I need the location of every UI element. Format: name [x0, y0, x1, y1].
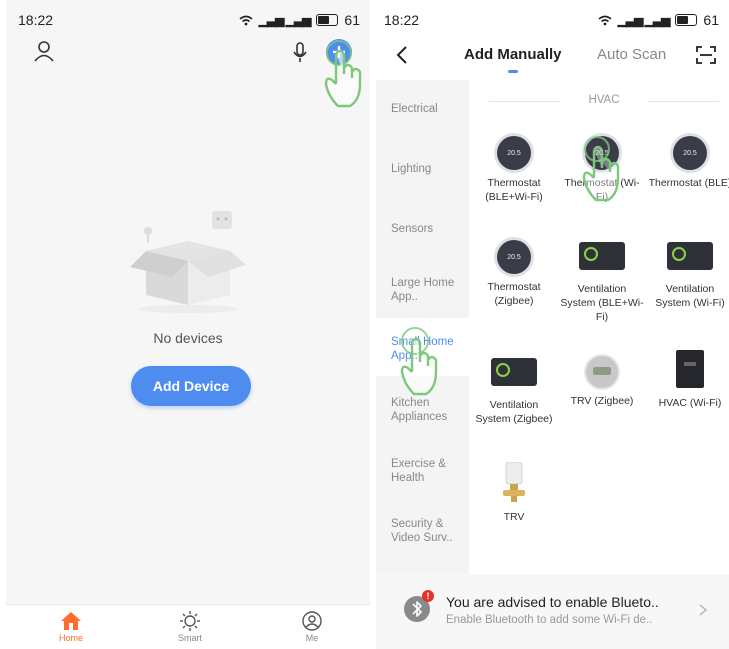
ventilation-icon: [579, 242, 625, 270]
device-trv-zigbee[interactable]: TRV (Zigbee): [560, 354, 644, 408]
empty-box-icon: [130, 211, 246, 313]
trv-icon: [584, 354, 620, 390]
sidebar-item-lighting[interactable]: Lighting: [391, 162, 467, 176]
status-bar: 18:22 ▁▃▅ ▁▃▅ 61: [18, 10, 360, 32]
device-ventilation-wifi[interactable]: Ventilation System (Wi-Fi): [648, 238, 729, 310]
device-label: HVAC (Wi-Fi): [658, 397, 722, 409]
tab-me-label: Me: [305, 633, 319, 643]
signal-icon: ▁▃▅ ▁▃▅: [617, 13, 671, 27]
tab-home-label: Home: [58, 633, 83, 643]
top-nav: Add Manually Auto Scan: [376, 34, 729, 78]
tab-me[interactable]: Me: [277, 607, 347, 643]
microphone-icon[interactable]: [292, 42, 308, 64]
device-label: Ventilation System (BLE+Wi-Fi): [560, 283, 644, 323]
device-ventilation-ble-wifi[interactable]: Ventilation System (BLE+Wi-Fi): [560, 238, 644, 324]
thermostat-icon: 20.5: [497, 240, 531, 274]
tab-smart-label: Smart: [177, 633, 202, 643]
device-label: Thermostat (Wi-Fi): [564, 177, 640, 203]
tab-add-manually[interactable]: Add Manually: [464, 46, 562, 63]
trv-valve-icon: [503, 461, 525, 502]
ventilation-icon: [491, 358, 537, 386]
tab-smart[interactable]: Smart: [155, 607, 225, 643]
banner-subtitle: Enable Bluetooth to add some Wi-Fi de..: [446, 614, 653, 626]
sidebar-item-sensors[interactable]: Sensors: [391, 222, 467, 236]
device-label: TRV: [503, 511, 525, 523]
add-device-plus-button[interactable]: [326, 39, 352, 65]
device-label: Thermostat (BLE): [648, 177, 729, 189]
device-label: Ventilation System (Wi-Fi): [655, 283, 725, 309]
profile-circle-icon: [302, 611, 322, 631]
device-ventilation-zigbee[interactable]: Ventilation System (Zigbee): [472, 354, 556, 426]
add-device-screen: 18:22 ▁▃▅ ▁▃▅ 61 Add Manually Auto Scan …: [376, 0, 729, 649]
sidebar-item-kitchen-appliances[interactable]: Kitchen Appliances: [391, 396, 467, 424]
warning-badge: !: [422, 590, 434, 602]
bottom-tabbar: Home Smart Me: [6, 604, 370, 649]
signal-icon: ▁▃▅ ▁▃▅: [258, 13, 312, 27]
add-device-button[interactable]: Add Device: [131, 366, 251, 406]
battery-icon: [675, 14, 698, 26]
device-label: Ventilation System (Zigbee): [475, 399, 553, 425]
status-bar: 18:22 ▁▃▅ ▁▃▅ 61: [384, 10, 719, 32]
section-title-text: HVAC: [588, 94, 620, 106]
device-thermostat-ble-wifi[interactable]: 20.5 Thermostat (BLE+Wi-Fi): [472, 136, 556, 204]
active-tab-indicator: [508, 70, 518, 73]
battery-icon: [316, 14, 339, 26]
device-label: Thermostat (BLE+Wi-Fi): [485, 177, 543, 203]
sidebar-item-security-video[interactable]: Security & Video Surv..: [391, 517, 467, 545]
chevron-right-icon[interactable]: [699, 604, 707, 616]
wifi-icon: [239, 15, 253, 25]
bluetooth-banner[interactable]: ! You are advised to enable Blueto.. Ena…: [376, 574, 729, 649]
sidebar-item-exercise-health[interactable]: Exercise & Health: [391, 457, 467, 485]
sidebar-item-electrical[interactable]: Electrical: [391, 102, 467, 116]
sun-icon: [180, 611, 200, 631]
wifi-icon: [598, 15, 612, 25]
tab-home[interactable]: Home: [36, 607, 106, 643]
device-hvac-wifi[interactable]: HVAC (Wi-Fi): [648, 350, 729, 410]
category-sidebar: Electrical Lighting Sensors Large Home A…: [376, 80, 469, 574]
device-label: TRV (Zigbee): [570, 395, 634, 407]
battery-level: 61: [344, 12, 360, 28]
status-icons: ▁▃▅ ▁▃▅ 61: [598, 12, 719, 28]
thermostat-icon: 20.5: [497, 136, 531, 170]
battery-level: 61: [703, 12, 719, 28]
device-thermostat-ble[interactable]: 20.5 Thermostat (BLE): [648, 136, 729, 190]
ventilation-icon: [667, 242, 713, 270]
thermostat-icon: 20.5: [673, 136, 707, 170]
status-time: 18:22: [18, 12, 54, 28]
sidebar-item-small-home-appliances[interactable]: Small Home App..: [391, 335, 467, 363]
device-thermostat-zigbee[interactable]: 20.5 Thermostat (Zigbee): [472, 240, 556, 308]
device-thermostat-wifi[interactable]: 20.5 Thermostat (Wi-Fi): [560, 136, 644, 204]
device-trv[interactable]: TRV: [472, 461, 556, 524]
home-screen: 18:22 ▁▃▅ ▁▃▅ 61 No devices Add Device H…: [6, 0, 370, 649]
thermostat-icon: 20.5: [585, 136, 619, 170]
home-icon: [61, 612, 81, 630]
hvac-panel-icon: [676, 350, 704, 388]
tab-auto-scan[interactable]: Auto Scan: [597, 46, 666, 63]
plus-circle-icon: [333, 46, 345, 58]
device-label: Thermostat (Zigbee): [487, 281, 541, 307]
section-title: HVAC: [489, 94, 719, 106]
scan-frame-icon[interactable]: [696, 46, 716, 64]
person-icon[interactable]: [34, 40, 54, 62]
banner-title: You are advised to enable Blueto..: [446, 594, 659, 610]
status-icons: ▁▃▅ ▁▃▅ 61: [239, 12, 360, 28]
empty-state-message: No devices: [153, 330, 223, 346]
sidebar-item-large-home-appliances[interactable]: Large Home App..: [391, 276, 467, 304]
status-time: 18:22: [384, 12, 420, 28]
chevron-left-icon[interactable]: [396, 46, 408, 64]
